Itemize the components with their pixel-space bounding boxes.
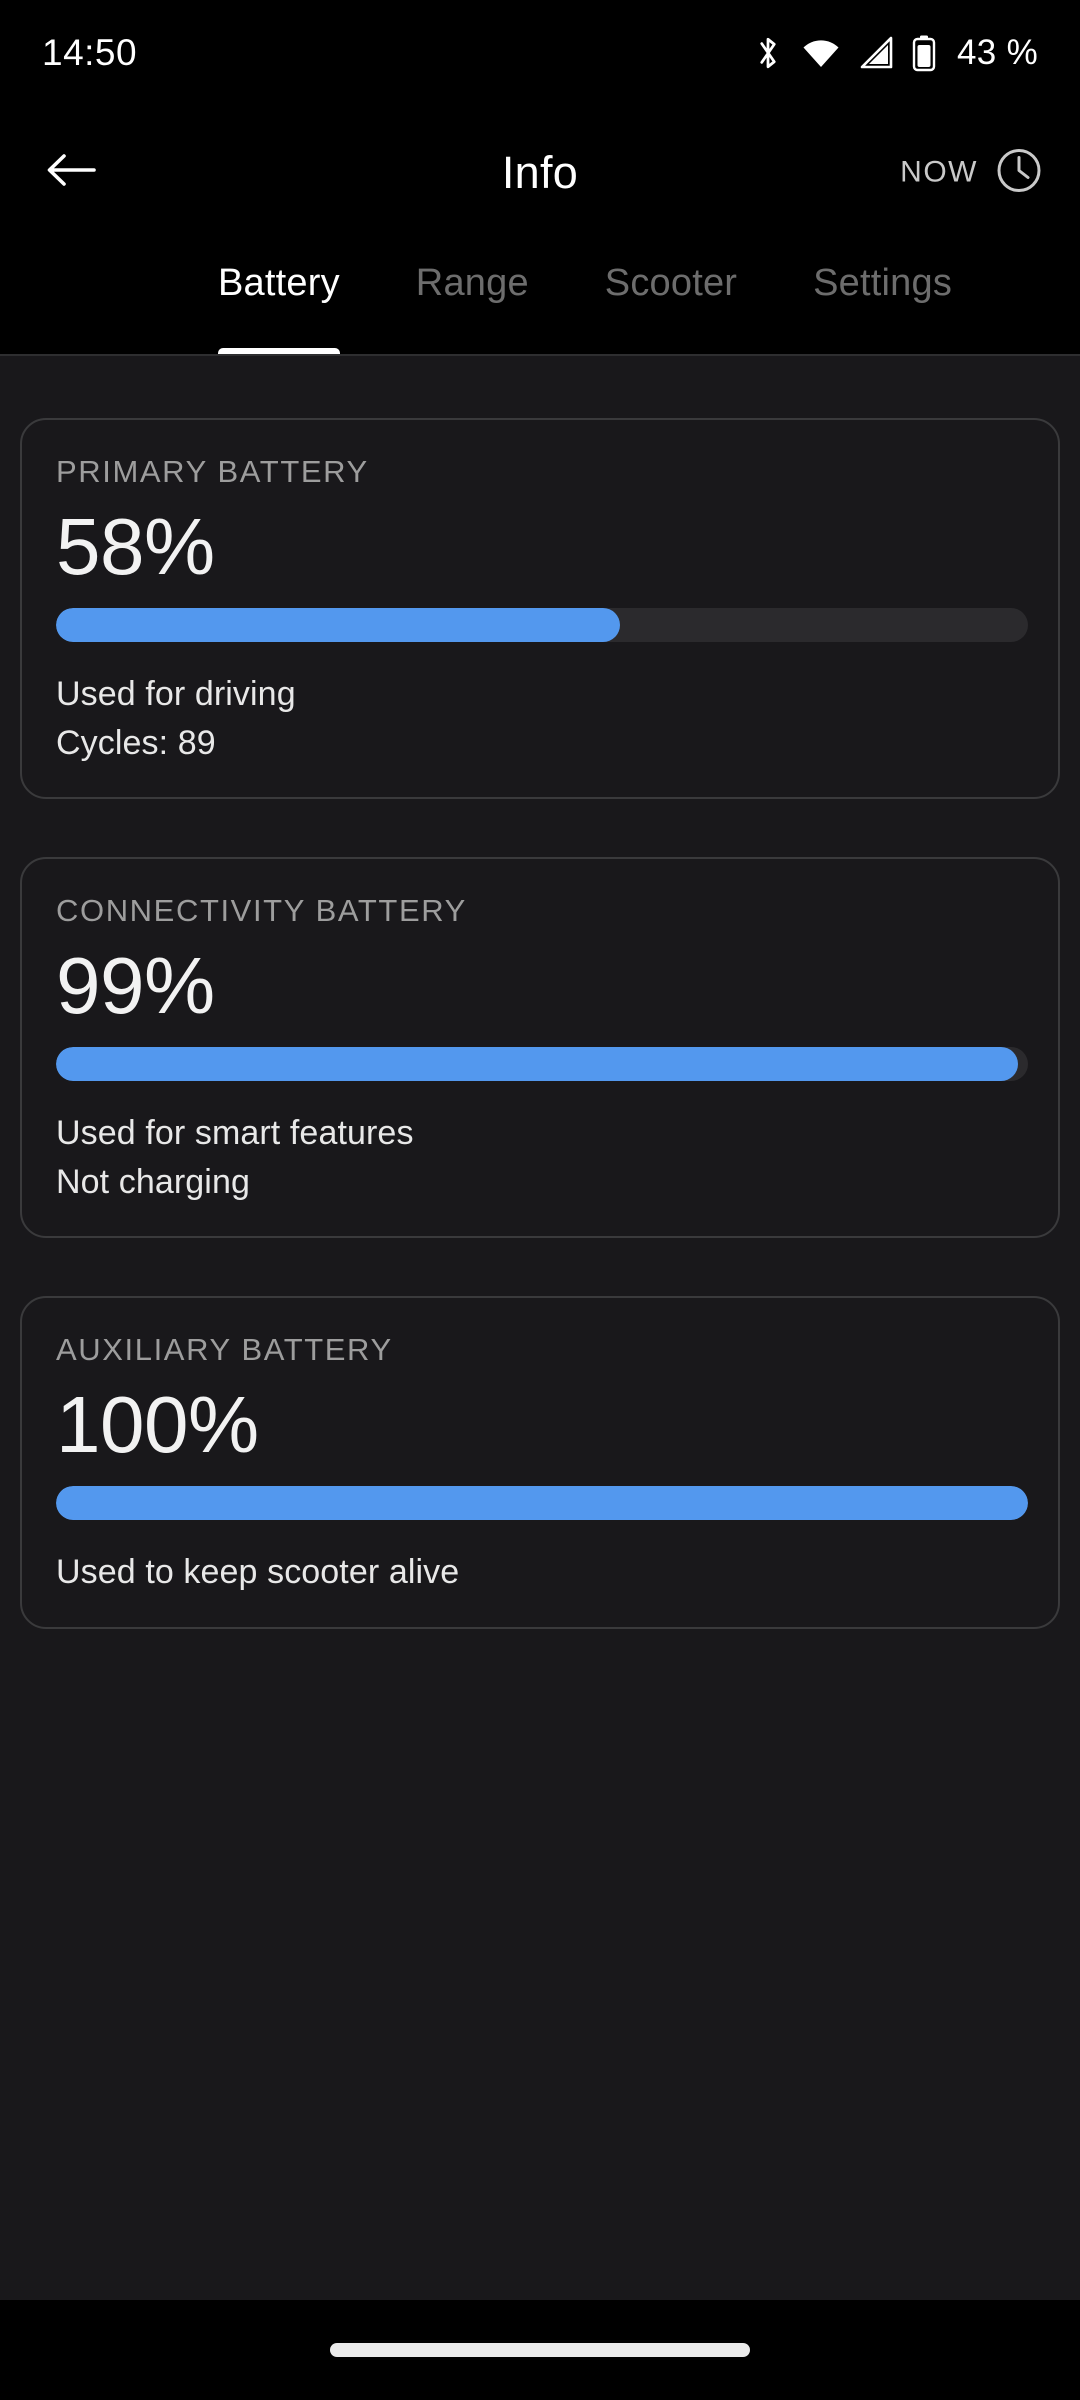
tab-bar: Battery Range Scooter Settings (0, 240, 1080, 356)
tab-scooter[interactable]: Scooter (567, 262, 775, 356)
card-subtitle-line1: Used for smart features (56, 1114, 414, 1153)
tab-settings[interactable]: Settings (775, 262, 990, 356)
status-bar-clock: 14:50 (42, 31, 138, 73)
auxiliary-battery-card[interactable]: AUXILIARY BATTERY 100% Used to keep scoo… (20, 1295, 1060, 1629)
bluetooth-icon (753, 34, 783, 72)
tab-scooter-label: Scooter (604, 262, 738, 304)
card-subtitle-line2: Cycles: 89 (56, 723, 216, 762)
card-percent-value: 100% (56, 1379, 259, 1469)
tab-battery[interactable]: Battery (180, 262, 378, 356)
battery-icon (912, 34, 936, 72)
status-bar: 14:50 43 % (0, 0, 1080, 105)
battery-progress-track (56, 608, 1028, 643)
card-title: AUXILIARY BATTERY (56, 1331, 393, 1367)
app-screen: 14:50 43 % Info NOW Battery Range Scoote… (0, 0, 1080, 2400)
tab-battery-label: Battery (218, 262, 340, 304)
tab-range[interactable]: Range (378, 262, 567, 356)
primary-battery-card[interactable]: PRIMARY BATTERY 58% Used for driving Cyc… (20, 418, 1060, 799)
tab-range-label: Range (415, 262, 529, 304)
now-button[interactable]: NOW (900, 145, 1044, 200)
cellular-signal-icon (859, 36, 895, 70)
now-label: NOW (900, 155, 978, 189)
connectivity-battery-card[interactable]: CONNECTIVITY BATTERY 99% Used for smart … (20, 856, 1060, 1238)
tab-settings-label: Settings (813, 262, 953, 304)
battery-progress-track (56, 1047, 1028, 1082)
battery-progress-fill (56, 608, 620, 643)
clock-icon (994, 145, 1044, 200)
card-title: CONNECTIVITY BATTERY (56, 892, 467, 928)
card-subtitle-line1: Used to keep scooter alive (56, 1553, 460, 1592)
battery-tab-content: PRIMARY BATTERY 58% Used for driving Cyc… (0, 356, 1080, 2300)
wifi-icon (800, 36, 842, 70)
card-percent-value: 58% (56, 502, 215, 591)
card-subtitle-line1: Used for driving (56, 675, 296, 714)
status-battery-percent: 43 % (957, 32, 1038, 72)
battery-progress-fill (56, 1486, 1028, 1521)
system-gesture-bar (0, 2300, 1080, 2400)
app-header: Info NOW (0, 105, 1080, 240)
gesture-home-pill[interactable] (330, 2343, 750, 2357)
card-subtitle-line2: Not charging (56, 1162, 250, 1201)
battery-progress-track (56, 1486, 1028, 1521)
battery-progress-fill (56, 1047, 1019, 1082)
card-percent-value: 99% (56, 940, 215, 1030)
status-bar-icons: 43 % (753, 33, 1038, 73)
card-title: PRIMARY BATTERY (56, 454, 369, 489)
